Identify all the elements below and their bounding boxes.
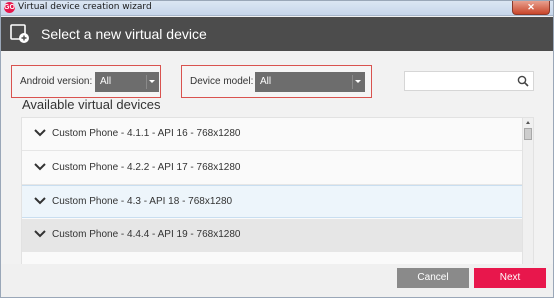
device-list-item[interactable]: Custom Phone - 4.2.2 - API 17 - 768x1280 bbox=[22, 152, 522, 185]
device-list-item[interactable]: Custom Phone - 4.1.1 - API 16 - 768x1280 bbox=[22, 118, 522, 151]
scroll-up-arrow-icon[interactable] bbox=[526, 121, 530, 124]
page-title: Select a new virtual device bbox=[41, 26, 207, 42]
window-title: Virtual device creation wizard bbox=[18, 2, 152, 12]
chevron-down-icon bbox=[149, 80, 155, 83]
add-device-icon bbox=[10, 24, 29, 43]
wizard-header: Select a new virtual device bbox=[1, 17, 553, 51]
android-version-select[interactable]: All bbox=[95, 72, 159, 92]
chevron-down-icon bbox=[34, 230, 46, 238]
chevron-down-icon bbox=[355, 80, 361, 83]
device-list-item[interactable]: Custom Phone - 4.4.4 - API 19 - 768x1280 bbox=[22, 219, 522, 252]
wizard-footer: Cancel Next bbox=[1, 264, 553, 297]
android-version-value: All bbox=[100, 76, 112, 87]
device-name: Custom Phone - 4.2.2 - API 17 - 768x1280 bbox=[52, 162, 241, 173]
android-version-label: Android version: bbox=[20, 76, 93, 87]
device-model-filter: Device model: All bbox=[181, 65, 372, 98]
section-title: Available virtual devices bbox=[22, 97, 161, 112]
app-logo-icon: GO bbox=[4, 2, 15, 13]
chevron-down-icon bbox=[34, 163, 46, 171]
select-divider bbox=[146, 75, 147, 89]
search-box bbox=[404, 71, 534, 91]
android-version-filter: Android version: All bbox=[11, 65, 161, 98]
device-model-select[interactable]: All bbox=[255, 72, 365, 92]
chevron-down-icon bbox=[34, 197, 46, 205]
device-model-value: All bbox=[260, 76, 272, 87]
next-button[interactable]: Next bbox=[474, 268, 546, 288]
list-scrollbar[interactable] bbox=[522, 118, 533, 264]
wizard-content: Android version: All Device model: All A… bbox=[1, 51, 553, 265]
chevron-down-icon bbox=[34, 129, 46, 137]
select-divider bbox=[352, 75, 353, 89]
device-name: Custom Phone - 4.4.4 - API 19 - 768x1280 bbox=[52, 229, 241, 240]
title-bar[interactable]: GO Virtual device creation wizard ✕ bbox=[1, 1, 553, 16]
scroll-thumb[interactable] bbox=[524, 128, 532, 140]
device-name: Custom Phone - 4.1.1 - API 16 - 768x1280 bbox=[52, 128, 241, 139]
window-close-button[interactable]: ✕ bbox=[512, 1, 550, 15]
device-name: Custom Phone - 4.3 - API 18 - 768x1280 bbox=[52, 196, 233, 207]
wizard-window: GO Virtual device creation wizard ✕ Sele… bbox=[0, 0, 554, 298]
device-list-item[interactable]: Custom Phone - 4.3 - API 18 - 768x1280 bbox=[22, 185, 522, 218]
search-icon[interactable] bbox=[517, 75, 529, 87]
device-list: Custom Phone - 4.1.1 - API 16 - 768x1280… bbox=[21, 117, 534, 265]
device-model-label: Device model: bbox=[190, 76, 254, 87]
search-input[interactable] bbox=[408, 74, 514, 88]
cancel-button[interactable]: Cancel bbox=[397, 268, 469, 288]
